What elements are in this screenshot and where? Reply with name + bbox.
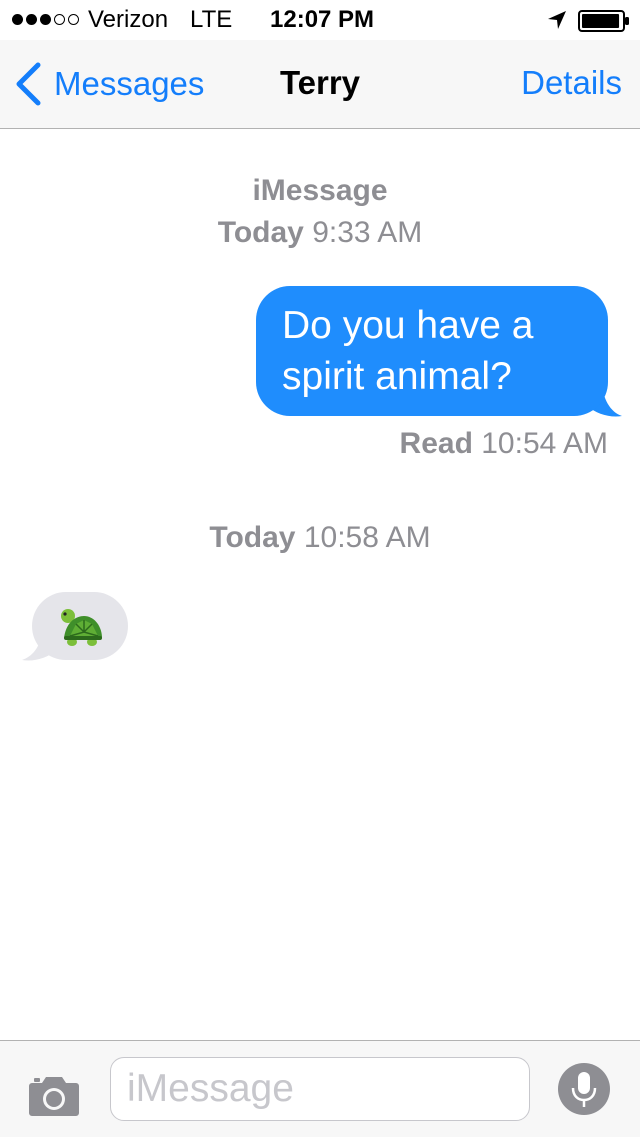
outgoing-message-bubble[interactable]: Do you have a spirit animal? [256,286,608,416]
location-arrow-icon [548,11,566,29]
camera-icon[interactable] [28,1073,80,1117]
signal-dot [12,14,23,25]
details-button[interactable]: Details [521,64,622,102]
status-time: 12:07 PM [270,6,375,33]
microphone-icon [571,1072,597,1107]
compose-bar [0,1040,640,1137]
read-receipt: Read 10:54 AM [400,427,608,461]
carrier-name: Verizon [88,6,169,33]
message-text-line: Do you have a [282,304,534,347]
timestamp-header: Today 9:33 AM [0,216,640,250]
read-time: 10:54 AM [481,427,608,460]
navigation-bar: Messages Terry Details [0,40,640,129]
signal-dot [26,14,37,25]
timestamp-day: Today [209,521,296,554]
status-bar: Verizon LTE 12:07 PM [0,0,640,40]
timestamp-day: Today [217,216,304,249]
signal-dot [40,14,51,25]
turtle-emoji [61,609,102,646]
signal-dot [68,14,79,25]
timestamp-time: 10:58 AM [303,521,431,554]
signal-strength-icon [12,14,79,25]
battery-icon [578,10,629,32]
timestamp-header: Today 10:58 AM [0,521,640,555]
microphone-button[interactable] [558,1063,610,1115]
read-status: Read [399,427,473,460]
timestamp-time: 9:33 AM [312,216,423,249]
service-label: iMessage [252,174,388,207]
message-input[interactable] [110,1057,530,1121]
network-type: LTE [190,6,233,33]
message-text-line: spirit animal? [282,355,512,398]
signal-dot [54,14,65,25]
